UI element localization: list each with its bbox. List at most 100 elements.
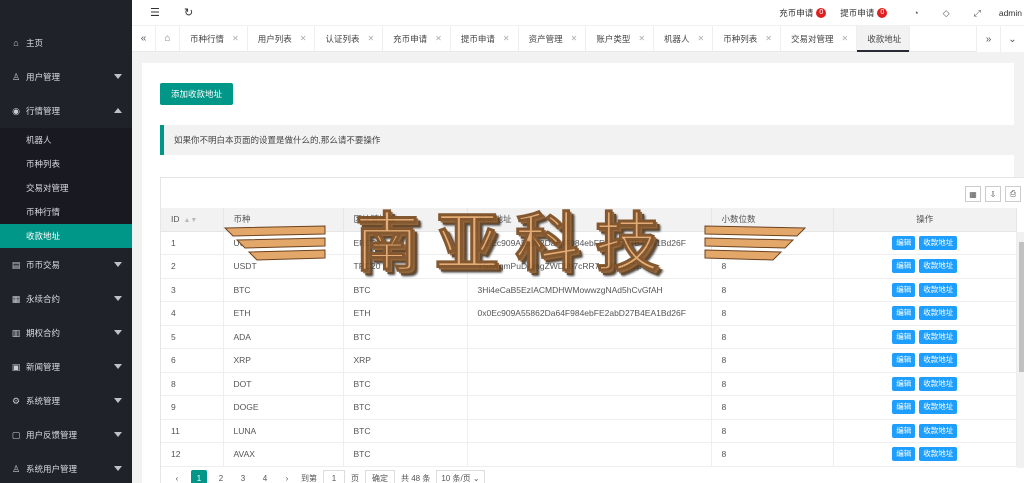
edit-button[interactable]: 编辑 [892,306,916,321]
cell-address [467,372,712,396]
receive-address-button[interactable]: 收款地址 [919,400,958,415]
edit-button[interactable]: 编辑 [892,423,916,438]
sidebar-subitem-coin-market[interactable]: 币种行情 [0,200,132,224]
tab-robot[interactable]: 机器人 ✕ [654,26,714,51]
menu-toggle-icon[interactable]: ☰ [150,6,160,19]
table-scrollbar[interactable] [1017,232,1024,468]
tag-icon[interactable]: ◇ [943,8,950,19]
close-icon[interactable]: ✕ [300,34,307,43]
sidebar-item-perpetual[interactable]: ▦ 永续合约 [0,282,132,316]
tab-home-icon[interactable]: ⌂ [156,26,180,51]
receive-address-button[interactable]: 收款地址 [919,376,958,391]
edit-button[interactable]: 编辑 [892,447,916,462]
tab-label: 用户列表 [257,33,292,44]
prev-page-icon[interactable]: ‹ [169,470,185,483]
add-address-button[interactable]: 添加收款地址 [160,83,233,105]
tab-scroll-left-icon[interactable]: « [132,26,156,51]
tab-assets[interactable]: 资产管理 ✕ [519,26,587,51]
close-icon[interactable]: ✕ [841,34,848,43]
receive-address-button[interactable]: 收款地址 [919,423,958,438]
export-icon[interactable]: ⇩ [985,186,1001,202]
sidebar-subitem-receive-address[interactable]: 收款地址 [0,224,132,248]
sort-icon[interactable]: ▲▼ [184,217,198,224]
tab-pair-mgmt[interactable]: 交易对管理 ✕ [781,26,858,51]
edit-button[interactable]: 编辑 [892,329,916,344]
receive-address-button[interactable]: 收款地址 [919,329,958,344]
withdraw-request-link[interactable]: 提币申请 0 [840,7,888,19]
edit-button[interactable]: 编辑 [892,400,916,415]
edit-button[interactable]: 编辑 [892,235,916,250]
tab-withdraw[interactable]: 提币申请 ✕ [451,26,519,51]
sidebar-item-feedback[interactable]: ▢ 用户反馈管理 [0,418,132,452]
sidebar-subitem-pair-mgmt[interactable]: 交易对管理 [0,176,132,200]
cell-coin: LUNA [223,419,344,443]
close-icon[interactable]: ✕ [503,34,510,43]
sidebar-item-options[interactable]: ▥ 期权合约 [0,316,132,350]
edit-button[interactable]: 编辑 [892,282,916,297]
refresh-icon[interactable]: ↻ [184,6,193,19]
sidebar-item-user-mgmt[interactable]: ♙ 用户管理 [0,60,132,94]
tab-account-type[interactable]: 账户类型 ✕ [586,26,655,51]
top-header-right: 充币申请 0 提币申请 0 ◔ ◇ ⤢ admin [779,0,1024,26]
page-4[interactable]: 4 [257,470,273,483]
tab-bar: « ⌂ 币种行情 ✕ 用户列表 ✕ 认证列表 ✕ 充币申请 ✕ 提币申请 ✕ 资产管理 ✕ … [132,26,1024,52]
close-icon[interactable]: ✕ [367,34,374,43]
cell-id: 9 [161,395,224,420]
print-icon[interactable]: ⎙ [1005,186,1021,202]
tab-label: 币种列表 [723,33,758,44]
tab-coin-market[interactable]: 币种行情 ✕ [180,26,248,51]
close-icon[interactable]: ✕ [765,34,772,43]
sidebar-item-sys-users[interactable]: ♙ 系统用户管理 [0,452,132,483]
sidebar-subitem-coin-list[interactable]: 币种列表 [0,152,132,176]
col-header-id[interactable]: ID ▲▼ [161,208,224,232]
receive-address-button[interactable]: 收款地址 [919,259,958,274]
tab-user-list[interactable]: 用户列表 ✕ [248,26,316,51]
sidebar-item-home[interactable]: ⌂ 主页 [0,26,132,60]
deposit-request-link[interactable]: 充币申请 0 [779,7,827,19]
columns-icon[interactable]: ▦ [965,186,981,202]
receive-address-button[interactable]: 收款地址 [919,235,958,250]
receive-address-button[interactable]: 收款地址 [919,447,958,462]
receive-address-button[interactable]: 收款地址 [919,306,958,321]
tab-label: 提币申请 [460,33,495,44]
tab-label: 机器人 [664,33,690,44]
tab-label: 资产管理 [528,33,563,44]
goto-confirm-button[interactable]: 确定 [365,470,395,483]
receive-address-button[interactable]: 收款地址 [919,282,958,297]
user-name[interactable]: admin [999,8,1022,18]
tab-scroll-right-icon[interactable]: » [976,26,1000,52]
close-icon[interactable]: ✕ [698,34,705,43]
goto-page-input[interactable]: 1 [323,470,345,483]
sidebar-item-coin-trade[interactable]: ▤ 币币交易 [0,248,132,282]
dashboard-icon[interactable]: ◔ [913,8,918,18]
coin-icon: ◉ [12,105,20,116]
receive-address-button[interactable]: 收款地址 [919,353,958,368]
tab-deposit[interactable]: 充币申请 ✕ [383,26,451,51]
tab-menu-chevron-icon[interactable]: ⌄ [1000,26,1024,52]
close-icon[interactable]: ✕ [435,34,442,43]
edit-button[interactable]: 编辑 [892,259,916,274]
sidebar-item-system[interactable]: ⚙ 系统管理 [0,384,132,418]
scrollbar-thumb[interactable] [1019,242,1024,372]
sidebar-item-news[interactable]: ▣ 新闻管理 [0,350,132,384]
close-icon[interactable]: ✕ [571,34,578,43]
close-icon[interactable]: ✕ [638,34,645,43]
chevron-down-icon [114,432,122,437]
edit-button[interactable]: 编辑 [892,353,916,368]
page-3[interactable]: 3 [235,470,251,483]
edit-button[interactable]: 编辑 [892,376,916,391]
cell-decimals: 8 [711,442,834,467]
fullscreen-icon[interactable]: ⤢ [974,8,981,19]
cell-actions: 编辑 收款地址 [833,278,1017,302]
sidebar-subitem-robot[interactable]: 机器人 [0,128,132,152]
page-1[interactable]: 1 [191,470,207,483]
tab-auth-list[interactable]: 认证列表 ✕ [315,26,384,51]
tab-coin-list[interactable]: 币种列表 ✕ [713,26,781,51]
tab-receive-address[interactable]: 收款地址 [857,26,911,52]
close-icon[interactable]: ✕ [232,34,239,43]
table-row: 12 AVAX BTC 8 编辑 收款地址 [161,442,1017,467]
page-2[interactable]: 2 [213,470,229,483]
page-size-select[interactable]: 10 条/页 ⌄ [436,470,485,483]
next-page-icon[interactable]: › [279,470,295,483]
sidebar-item-market-mgmt[interactable]: ◉ 行情管理 [0,94,132,128]
